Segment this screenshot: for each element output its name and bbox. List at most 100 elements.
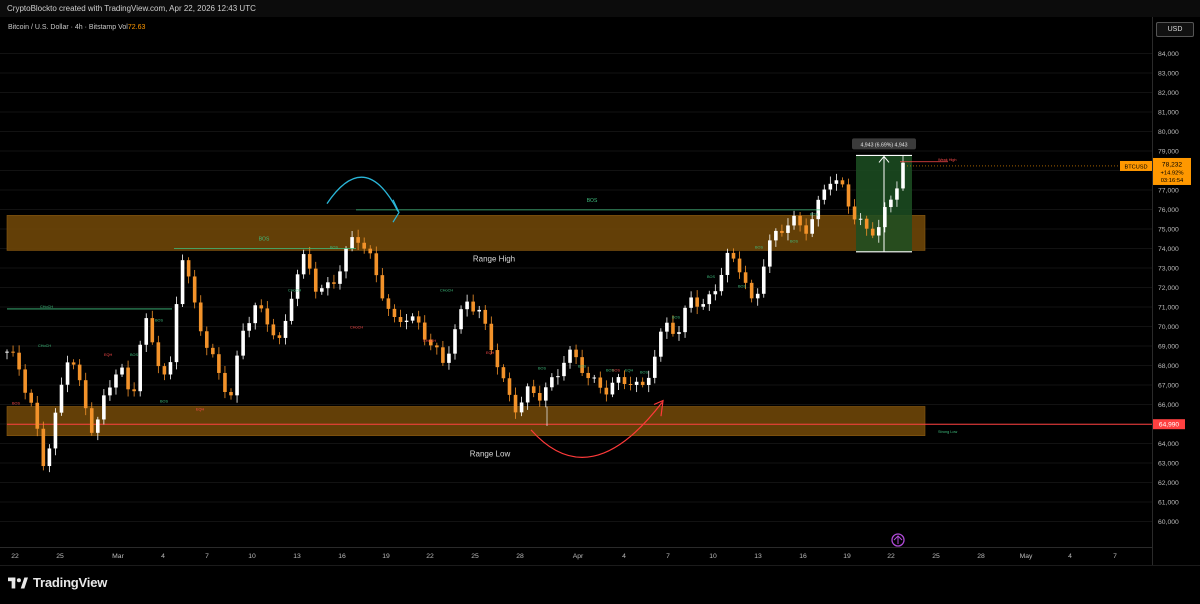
candle-up	[834, 180, 839, 184]
candle-up	[792, 215, 796, 226]
bos-label-major: BOS	[587, 198, 598, 204]
candle-up	[901, 162, 905, 189]
candle-up	[610, 382, 615, 395]
structure-label: BOS	[155, 319, 163, 323]
y-tick-label: 62,000	[1158, 480, 1179, 487]
arc-top-arrow	[326, 176, 399, 212]
y-tick-label: 82,000	[1158, 90, 1179, 97]
candle-down	[271, 324, 276, 336]
currency-button[interactable]: USD	[1156, 22, 1194, 37]
candle-down	[483, 309, 488, 324]
candle-up	[568, 349, 572, 363]
y-tick-label: 61,000	[1158, 500, 1179, 507]
candle-up	[404, 320, 409, 322]
structure-label: BOS	[330, 246, 338, 250]
candle-up	[138, 344, 142, 392]
y-tick-label: 71,000	[1158, 305, 1179, 312]
candle-up	[689, 297, 693, 308]
chart-frame[interactable]: 4,943 (6.69%) 4,943 BOS BOS CHoCH CHoCH EQH BO…	[0, 17, 1200, 565]
candle-down	[743, 272, 748, 283]
x-tick-label: 19	[382, 553, 390, 560]
x-tick-label: 10	[248, 553, 256, 560]
candle-up	[47, 448, 52, 467]
candle-down	[749, 282, 754, 299]
candle-down	[798, 215, 802, 226]
structure-label: BOS	[160, 400, 168, 404]
price-chart[interactable]: 4,943 (6.69%) 4,943 BOS BOS CHoCH CHoCH EQH BO…	[0, 17, 1200, 565]
structure-label: BOS	[640, 370, 648, 374]
structure-label: BOS	[810, 212, 818, 216]
y-tick-label: 81,000	[1158, 110, 1179, 117]
attribution-bar: CryptoBlockto created with TradingView.c…	[0, 0, 1200, 18]
candle-down	[501, 367, 506, 379]
candle-up	[665, 322, 669, 332]
x-tick-label: 22	[426, 553, 434, 560]
candle-up	[320, 288, 324, 292]
y-tick-label: 75,000	[1158, 227, 1179, 234]
candle-up	[701, 304, 706, 307]
candle-up	[350, 237, 354, 249]
candle-up	[768, 240, 772, 267]
candle-down	[780, 230, 784, 233]
candle-up	[326, 282, 330, 289]
attribution-text: CryptoBlockto created with TradingView.c…	[7, 4, 256, 13]
volume-label: Vol	[118, 24, 128, 31]
tradingview-logo[interactable]: TradingView	[8, 575, 107, 590]
candle-up	[453, 329, 457, 354]
candle-up	[828, 183, 833, 190]
level-tag-value: 64,990	[1159, 422, 1180, 429]
candle-down	[162, 366, 167, 375]
tradingview-logo-icon	[8, 577, 28, 588]
candle-up	[707, 294, 712, 305]
y-tick-label: 80,000	[1158, 129, 1179, 136]
symbol-title: Bitcoin / U.S. Dollar · 4h · Bitstamp	[8, 24, 117, 31]
candle-up	[719, 274, 724, 292]
candle-up	[810, 219, 814, 234]
candle-down	[435, 345, 439, 348]
candle-down	[356, 237, 360, 243]
candle-up	[786, 225, 790, 233]
x-tick-label: May	[1020, 553, 1033, 560]
candle-down	[83, 380, 88, 409]
candle-down	[416, 316, 421, 323]
x-tick-label: 16	[338, 553, 346, 560]
candle-up	[634, 381, 639, 385]
candle-up	[120, 367, 124, 375]
structure-label: EQH	[625, 368, 633, 372]
y-tick-label: 79,000	[1158, 149, 1179, 156]
candle-down	[186, 260, 191, 277]
candle-down	[471, 301, 475, 312]
structure-label: BOS	[790, 240, 798, 244]
candle-down	[398, 316, 403, 322]
structure-label: BOS	[12, 402, 20, 406]
x-tick-label: 13	[293, 553, 301, 560]
x-tick-label: 25	[56, 553, 64, 560]
candle-down	[598, 377, 603, 388]
candle-up	[247, 323, 251, 331]
last-price-change: +14.92%	[1160, 170, 1183, 176]
candle-down	[737, 258, 742, 273]
candle-down	[132, 389, 136, 392]
candle-down	[840, 180, 845, 185]
candle-down	[332, 282, 336, 284]
candle-up	[677, 332, 681, 334]
x-tick-label: 25	[932, 553, 940, 560]
candle-up	[519, 402, 524, 413]
candle-up	[5, 351, 9, 353]
structure-label: EQH	[196, 407, 204, 411]
candle-up	[241, 330, 245, 356]
candle-up	[616, 377, 621, 383]
candle-down	[628, 384, 633, 386]
candle-down	[513, 394, 518, 413]
x-tick-label: 22	[887, 553, 895, 560]
x-tick-label: Apr	[573, 553, 584, 560]
candle-down	[89, 408, 94, 433]
candle-up	[659, 331, 663, 357]
candle-down	[368, 248, 373, 254]
symbol-tag: BTCUSD	[1125, 164, 1148, 170]
candle-down	[640, 381, 645, 385]
candle-down	[211, 347, 215, 355]
candle-up	[102, 395, 106, 420]
candle-up	[646, 377, 651, 385]
candle-up	[174, 304, 179, 363]
